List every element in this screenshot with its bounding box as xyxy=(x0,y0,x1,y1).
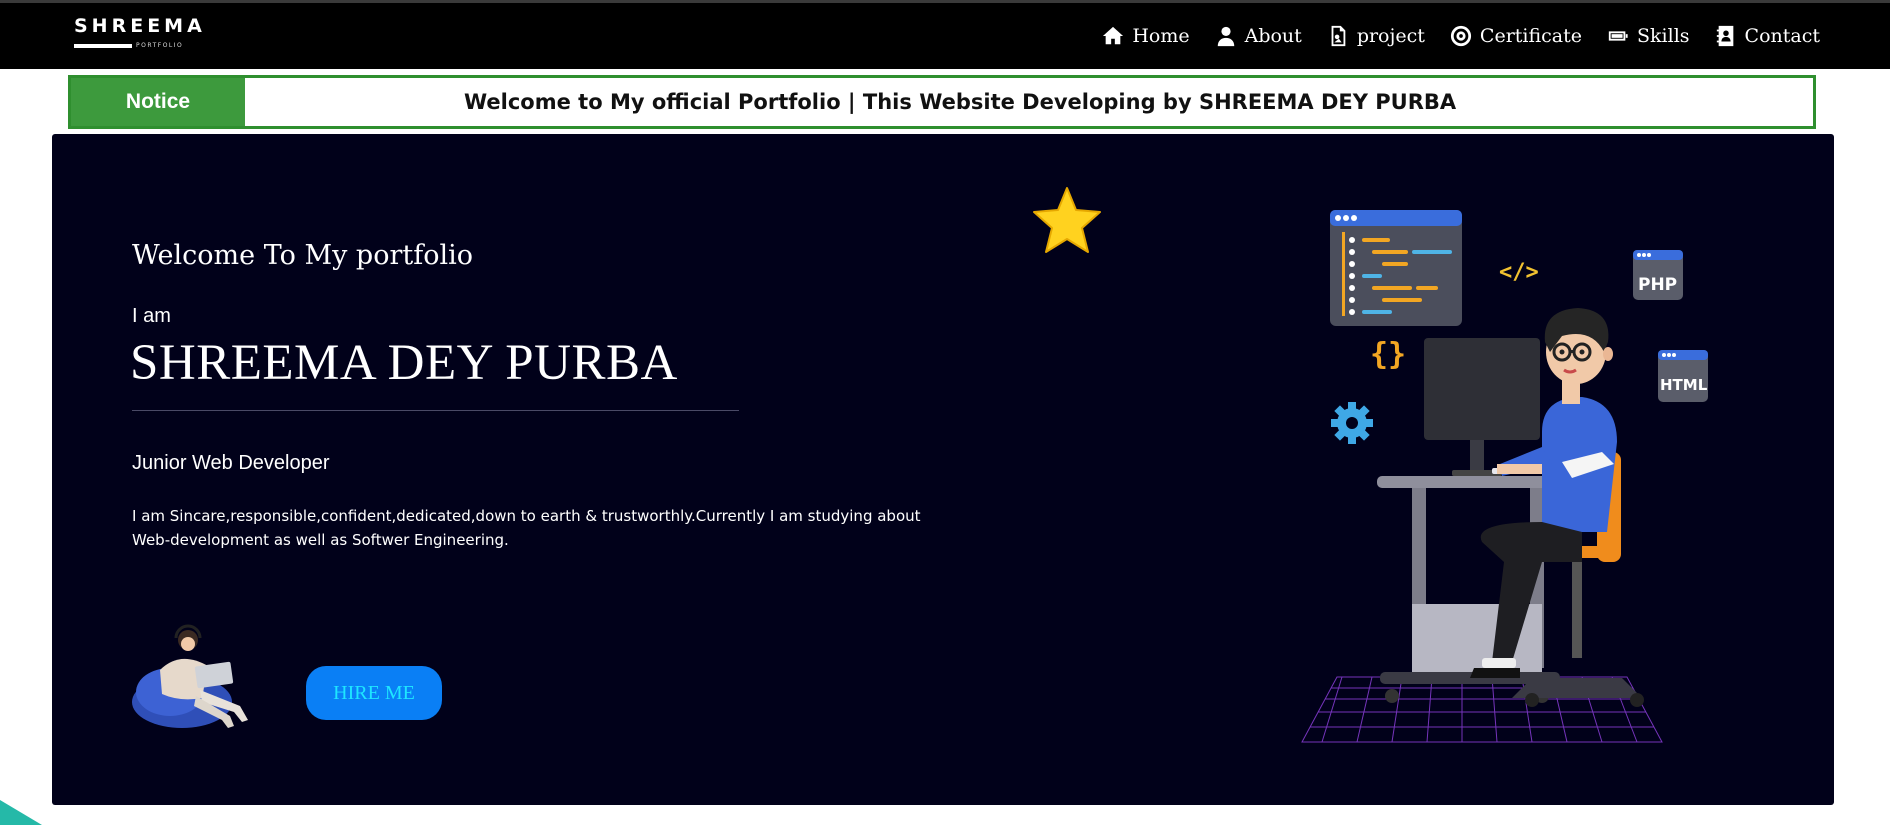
battery-icon xyxy=(1608,31,1628,41)
name-divider xyxy=(132,410,739,411)
corner-decoration xyxy=(0,800,42,825)
developer-illustration: </> {} PHP HTML xyxy=(1301,210,1708,743)
gear-icon xyxy=(1331,402,1373,444)
nav-skills[interactable]: Skills xyxy=(1607,25,1690,47)
owner-name: SHREEMA DEY PURBA xyxy=(130,335,678,391)
php-label: PHP xyxy=(1638,275,1677,295)
nav-home-label: Home xyxy=(1132,25,1190,47)
intro-text: I am xyxy=(132,305,171,327)
job-title: Junior Web Developer xyxy=(132,452,330,474)
brand-underline xyxy=(74,43,132,48)
nav-about[interactable]: About xyxy=(1215,25,1302,47)
brand-logo[interactable]: SHREEMA PORTFOLIO xyxy=(74,16,206,49)
nav-project-label: project xyxy=(1356,25,1425,47)
html-label: HTML xyxy=(1660,376,1708,394)
nav-certificate[interactable]: Certificate xyxy=(1450,25,1582,47)
hero-section: Welcome To My portfolio I am SHREEMA DEY… xyxy=(52,134,1834,805)
nav-certificate-label: Certificate xyxy=(1479,25,1583,47)
code-window xyxy=(1330,210,1462,326)
nav-skills-label: Skills xyxy=(1637,25,1690,47)
notice-marquee-text: Welcome to My official Portfolio | This … xyxy=(464,90,1457,114)
top-navbar: SHREEMA PORTFOLIO Home About project Cer… xyxy=(0,0,1890,69)
contact-book-icon xyxy=(1716,25,1733,47)
nav-about-label: About xyxy=(1244,25,1302,47)
beanbag-girl-illustration xyxy=(132,624,248,728)
notice-bar: Notice Welcome to My official Portfolio … xyxy=(68,75,1816,129)
bio-paragraph: I am Sincare,responsible,confident,dedic… xyxy=(132,507,921,549)
brand-subtitle: PORTFOLIO xyxy=(136,42,184,49)
monitor xyxy=(1424,338,1540,440)
nav-contact[interactable]: Contact xyxy=(1715,25,1820,47)
user-icon xyxy=(1217,26,1234,47)
nav-project[interactable]: project xyxy=(1327,25,1425,47)
main-nav: Home About project Certificate Skills Co… xyxy=(1077,3,1820,69)
target-icon xyxy=(1450,25,1472,47)
html-window: HTML xyxy=(1658,350,1708,402)
code-tag-label: </> xyxy=(1499,260,1539,285)
nav-home[interactable]: Home xyxy=(1102,25,1190,47)
nav-contact-label: Contact xyxy=(1744,25,1820,47)
welcome-heading: Welcome To My portfolio xyxy=(132,240,474,271)
notice-label: Notice xyxy=(71,78,245,126)
braces-label: {} xyxy=(1370,337,1406,372)
home-icon xyxy=(1103,26,1124,45)
file-icon xyxy=(1331,25,1346,47)
star-icon xyxy=(1033,187,1101,253)
php-window: PHP xyxy=(1633,250,1683,300)
brand-name: SHREEMA xyxy=(74,15,206,37)
hire-me-button[interactable]: HIRE ME xyxy=(306,666,442,720)
